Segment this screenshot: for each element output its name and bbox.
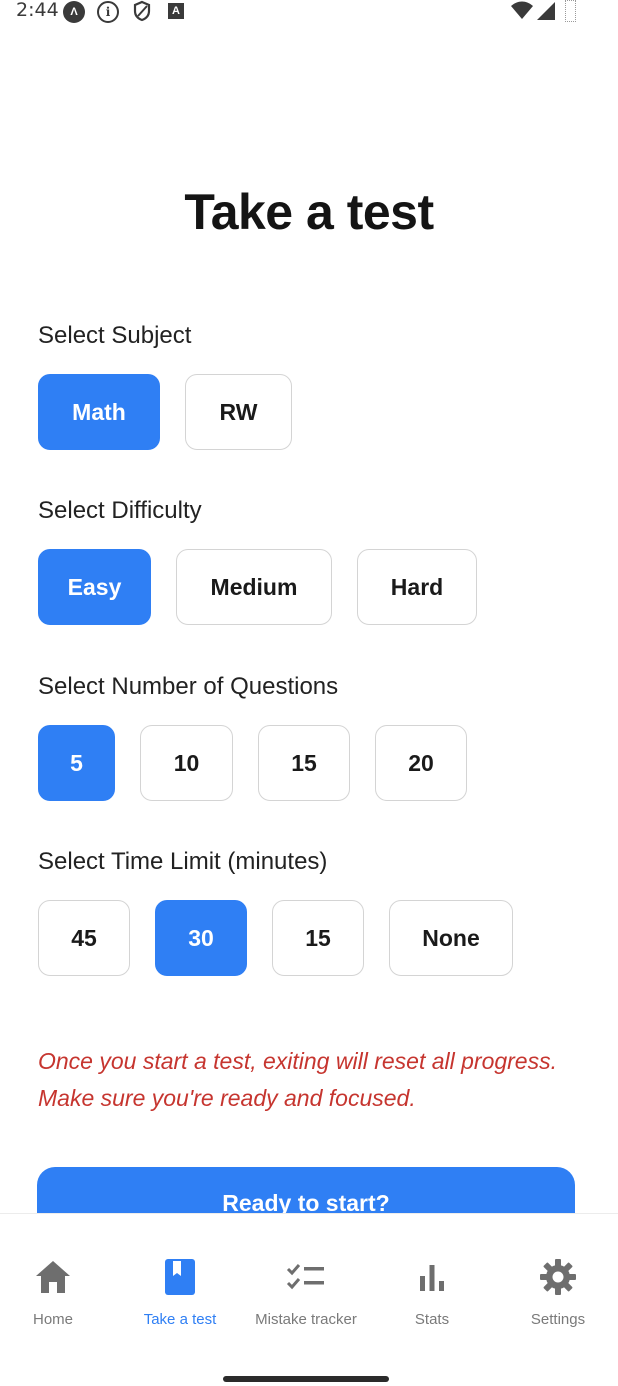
questions-label: Select Number of Questions <box>38 673 339 700</box>
status-bar: 2:44 Λ i A <box>0 0 618 24</box>
checklist-icon <box>286 1257 326 1297</box>
time-option-15[interactable]: 15 <box>272 900 364 976</box>
home-indicator <box>223 1376 389 1382</box>
nav-item-mistake-tracker[interactable]: Mistake tracker <box>244 1214 368 1334</box>
time-option-none[interactable]: None <box>389 900 513 976</box>
nav-label-stats: Stats <box>414 1311 450 1328</box>
nav-label-home: Home <box>32 1311 73 1328</box>
font-icon: A <box>168 3 184 19</box>
nav-item-take-a-test[interactable]: Take a test <box>118 1214 242 1334</box>
questions-option-10[interactable]: 10 <box>140 725 233 801</box>
gear-icon <box>538 1257 578 1297</box>
nav-item-stats[interactable]: Stats <box>370 1214 494 1334</box>
difficulty-label: Select Difficulty <box>38 497 202 524</box>
subject-option-rw[interactable]: RW <box>185 374 292 450</box>
nav-item-settings[interactable]: Settings <box>496 1214 618 1334</box>
difficulty-option-hard[interactable]: Hard <box>357 549 477 625</box>
page-title: Take a test <box>184 184 434 240</box>
questions-option-20[interactable]: 20 <box>375 725 467 801</box>
a-app-icon: Λ <box>63 1 85 23</box>
difficulty-option-medium[interactable]: Medium <box>176 549 332 625</box>
wifi-icon <box>509 1 535 21</box>
bar-chart-icon <box>412 1257 452 1297</box>
nav-label-settings: Settings <box>530 1311 586 1328</box>
shield-icon <box>131 0 153 22</box>
time-option-45[interactable]: 45 <box>38 900 130 976</box>
questions-option-15[interactable]: 15 <box>258 725 350 801</box>
time-option-30[interactable]: 30 <box>155 900 247 976</box>
difficulty-option-easy[interactable]: Easy <box>38 549 151 625</box>
home-icon <box>33 1257 73 1297</box>
nav-label-mistake-tracker: Mistake tracker <box>255 1311 357 1328</box>
nav-label-take-a-test: Take a test <box>143 1311 217 1328</box>
questions-option-5[interactable]: 5 <box>38 725 115 801</box>
nav-item-home[interactable]: Home <box>0 1214 115 1334</box>
book-icon <box>160 1257 200 1297</box>
time-limit-label: Select Time Limit (minutes) <box>38 848 328 875</box>
bottom-nav: Home Take a test Mistake tracker Stats S… <box>0 1213 618 1386</box>
subject-option-math[interactable]: Math <box>38 374 160 450</box>
status-time: 2:44 <box>16 0 59 21</box>
subject-label: Select Subject <box>38 322 192 349</box>
battery-icon <box>565 0 576 22</box>
info-icon: i <box>97 1 119 23</box>
signal-icon <box>535 1 557 21</box>
warning-message: Once you start a test, exiting will rese… <box>38 1048 557 1111</box>
